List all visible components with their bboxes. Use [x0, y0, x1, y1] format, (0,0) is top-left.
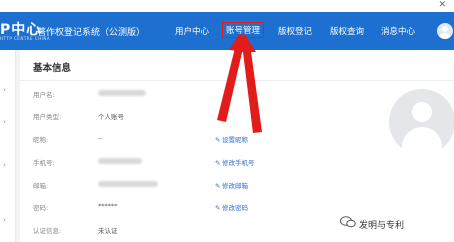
- pencil-icon: ✎: [215, 159, 221, 167]
- close-icon[interactable]: ✕: [438, 0, 446, 10]
- pencil-icon: ✎: [215, 204, 221, 212]
- user-avatar-icon[interactable]: [389, 89, 454, 155]
- nav-user-center[interactable]: 用户中心: [175, 25, 209, 37]
- username-label: 用户名:: [33, 91, 55, 99]
- user-type-value: 个人账号: [98, 113, 124, 121]
- nickname-value: --: [98, 134, 103, 142]
- phone-label: 手机号:: [33, 159, 55, 167]
- sidebar: › › › ›: [0, 50, 16, 242]
- chevron-right-icon[interactable]: ›: [3, 161, 6, 169]
- change-email-link[interactable]: ✎ 修改邮箱: [215, 180, 248, 190]
- change-password-link[interactable]: ✎ 修改密码: [215, 202, 248, 212]
- redacted-value: [98, 90, 146, 96]
- change-phone-link[interactable]: ✎ 修改手机号: [215, 157, 255, 167]
- divider: [20, 80, 454, 81]
- basic-info-card: 基本信息 用户名: 用户类型: 个人账号 昵称: -- ✎ 设置昵称 手机号: ✎…: [20, 50, 454, 242]
- redacted-value: [98, 181, 158, 187]
- chevron-right-icon[interactable]: ›: [3, 216, 6, 224]
- verification-label: 认证信息:: [33, 227, 62, 235]
- email-label: 邮箱:: [33, 182, 49, 190]
- pencil-icon: ✎: [215, 136, 221, 144]
- wechat-icon: [340, 216, 356, 228]
- password-label: 密码:: [33, 204, 49, 212]
- pencil-icon: ✎: [215, 182, 221, 190]
- nav-copyright-registration[interactable]: 版权登记: [278, 25, 312, 37]
- system-title: 著作权登记系统（公测版）: [37, 28, 146, 38]
- email-value: [98, 180, 158, 188]
- username-value: [98, 89, 146, 97]
- window-top-strip: ✕: [0, 0, 454, 12]
- nickname-label: 昵称:: [33, 136, 49, 144]
- user-type-label: 用户类型:: [33, 113, 62, 121]
- set-nickname-link[interactable]: ✎ 设置昵称: [215, 134, 248, 144]
- nav-message-center[interactable]: 消息中心: [381, 25, 415, 37]
- redacted-value: [98, 158, 142, 164]
- phone-value: [98, 157, 142, 165]
- nav-account-management[interactable]: 账号管理: [222, 22, 265, 38]
- password-value: ******: [98, 202, 118, 210]
- user-avatar-icon[interactable]: [437, 23, 453, 39]
- watermark-text: 发明与专利: [359, 221, 405, 231]
- top-navigation-bar: P中心 HTTP CENTRE CHINA 著作权登记系统（公测版） 用户中心 …: [0, 12, 454, 50]
- nav-copyright-query[interactable]: 版权查询: [330, 25, 364, 37]
- verification-value: 未认证: [98, 227, 118, 235]
- chevron-right-icon[interactable]: ›: [3, 118, 6, 126]
- chevron-right-icon[interactable]: ›: [3, 86, 6, 94]
- section-title: 基本信息: [33, 63, 72, 74]
